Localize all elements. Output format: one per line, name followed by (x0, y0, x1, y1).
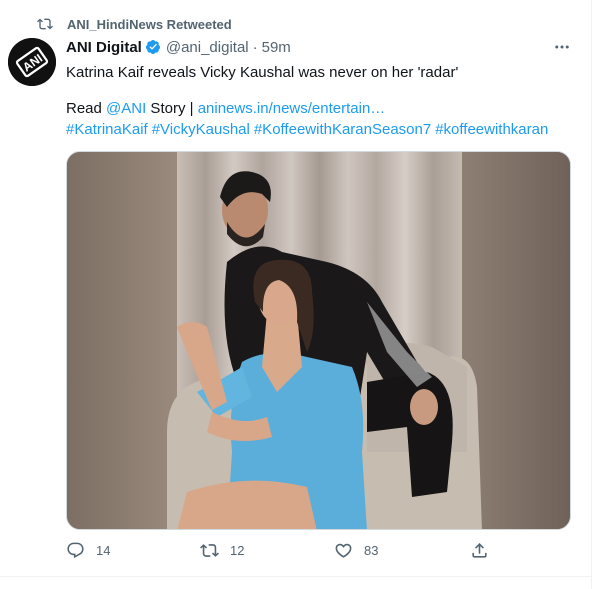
share-icon (472, 543, 487, 558)
hashtag-link[interactable]: #KoffeewithKaranSeason7 (254, 121, 431, 138)
author-name[interactable]: ANI Digital (66, 39, 142, 56)
read-prefix: Read (66, 100, 107, 117)
tweet-timestamp[interactable]: 59m (262, 39, 291, 56)
retweet-icon (37, 18, 53, 30)
more-options-button[interactable] (551, 38, 573, 56)
tweet-photo[interactable] (66, 151, 571, 530)
photo-couple-illustration (67, 152, 570, 529)
retweet-icon (200, 544, 219, 557)
avatar[interactable]: ANI (8, 38, 56, 86)
hashtag-link[interactable]: #koffeewithkaran (435, 121, 548, 138)
verified-badge-icon (145, 40, 160, 54)
tweet-read-line: Read @ANI Story | aninews.in/news/entert… (66, 99, 385, 119)
retweet-count: 12 (230, 543, 245, 558)
tweet-text: Katrina Kaif reveals Vicky Kaushal was n… (66, 64, 459, 81)
story-text: Story | (146, 100, 198, 117)
article-link[interactable]: aninews.in/news/entertain… (198, 100, 386, 117)
retweet-banner[interactable]: ANI_HindiNews Retweeted (37, 15, 232, 33)
tweet-header: ANI Digital @ani_digital · 59m (66, 37, 291, 57)
more-dots-icon (555, 45, 569, 49)
like-count: 83 (364, 543, 379, 558)
tweet-card[interactable]: ANI_HindiNews Retweeted ANI ANI Digital … (0, 0, 592, 589)
separator-dot: · (252, 38, 258, 56)
ani-logo: ANI (8, 38, 56, 86)
share-button[interactable] (470, 541, 500, 560)
heart-icon (335, 543, 352, 558)
reply-button[interactable]: 14 (66, 541, 110, 560)
tweet-divider (0, 576, 592, 577)
hashtag-link[interactable]: #VickyKaushal (152, 121, 250, 138)
reply-count: 14 (96, 543, 111, 558)
like-button[interactable]: 83 (334, 541, 378, 560)
tweet-actions: 14 12 83 (66, 541, 506, 563)
reply-icon (67, 542, 84, 559)
hashtag-link[interactable]: #KatrinaKaif (66, 121, 148, 138)
author-handle[interactable]: @ani_digital (166, 39, 249, 56)
hashtag-line: #KatrinaKaif #VickyKaushal #KoffeewithKara… (66, 120, 552, 140)
mention-link[interactable]: @ANI (106, 100, 146, 117)
retweet-button[interactable]: 12 (200, 541, 244, 560)
retweet-banner-label: ANI_HindiNews Retweeted (67, 16, 232, 32)
